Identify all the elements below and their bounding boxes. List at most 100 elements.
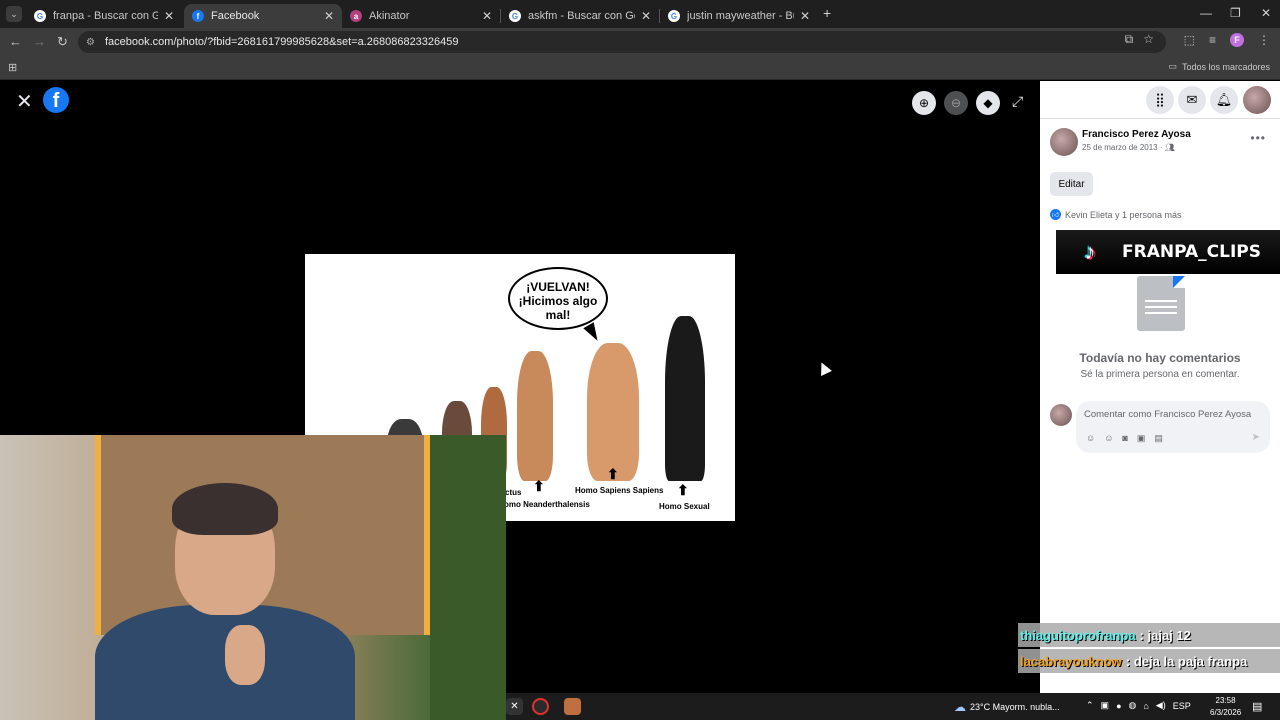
bookmarks-bar: ⊞ ▭ Todos los marcadores <box>0 56 1280 80</box>
notification-center-icon[interactable]: ▤ <box>1252 700 1262 713</box>
close-tab-icon[interactable]: ✕ <box>324 9 334 23</box>
reading-list-icon[interactable]: ≡ <box>1209 33 1216 47</box>
camera-icon[interactable]: ◙ <box>1122 433 1127 444</box>
menu-icon[interactable]: ⋮ <box>1258 33 1270 47</box>
sapiens-figure <box>587 343 639 481</box>
arrow-icon: ⬆ <box>533 478 545 494</box>
taskbar-app-icon[interactable]: ✕ <box>506 698 523 715</box>
no-comments-subtitle: Sé la primera persona en comentar. <box>1080 369 1240 380</box>
tab-franpa-google[interactable]: G franpa - Buscar con Google ✕ <box>26 4 182 28</box>
tab-facebook[interactable]: f Facebook ✕ <box>184 4 342 28</box>
clock-time: 23:58 <box>1215 696 1236 705</box>
no-comments-title: Todavía no hay comentarios <box>1079 351 1241 365</box>
stream-banner: ♪ FRANPA_CLIPS <box>1056 230 1280 274</box>
bubble-line: ¡VUELVAN! <box>526 280 590 294</box>
facebook-logo[interactable]: f <box>43 87 69 113</box>
bubble-line: mal! <box>545 308 571 322</box>
bubble-tail <box>583 322 603 344</box>
tab-akinator[interactable]: a Akinator ✕ <box>342 4 500 28</box>
windows-taskbar: ✕ ☁ 23°C Mayorm. nubla... ⌃ ▣ ● ◍ ⌂ ◀) E… <box>506 693 1280 720</box>
mic-icon[interactable]: ● <box>1116 701 1121 711</box>
close-tab-icon[interactable]: ✕ <box>641 9 651 23</box>
forward-icon[interactable]: → <box>33 34 46 49</box>
site-info-icon[interactable]: ⚙ <box>86 37 95 48</box>
commenter-avatar[interactable] <box>1050 404 1072 426</box>
all-bookmarks-label: Todos los marcadores <box>1181 61 1270 72</box>
chevron-up-icon[interactable]: ⌃ <box>1086 700 1094 711</box>
zoom-out-icon[interactable]: ⊖ <box>944 91 968 115</box>
emoji-icon[interactable]: ☺ <box>1104 433 1113 444</box>
doc-line <box>1145 300 1177 302</box>
webcam-person-hand <box>225 625 265 685</box>
language-indicator[interactable]: ESP <box>1173 701 1191 711</box>
author-name[interactable]: Francisco Perez Ayosa <box>1082 129 1191 140</box>
extensions-icon[interactable]: ⬚ <box>1184 33 1195 47</box>
taskbar-app-icon[interactable] <box>532 698 549 715</box>
fullscreen-icon[interactable]: ⤢ <box>1012 93 1023 110</box>
tab-mayweather-google[interactable]: G justin mayweather - Buscar con ✕ <box>660 4 818 28</box>
doc-corner <box>1173 276 1185 288</box>
close-tab-icon[interactable]: ✕ <box>164 9 174 23</box>
install-app-icon[interactable]: ⧉ <box>1125 32 1134 47</box>
close-viewer-icon[interactable]: ✕ <box>16 89 33 114</box>
tab-askfm-google[interactable]: G askfm - Buscar con Google ✕ <box>501 4 659 28</box>
tab-title: askfm - Buscar con Google <box>528 10 635 22</box>
clock[interactable]: 23:58 6/3/2026 <box>1210 695 1241 719</box>
profile-avatar[interactable]: F <box>1230 33 1244 47</box>
minimize-icon[interactable]: — <box>1200 6 1212 20</box>
webcam-person-hair <box>172 483 278 535</box>
more-options-icon[interactable]: ••• <box>1250 131 1266 145</box>
edit-button[interactable]: Editar <box>1050 172 1093 196</box>
google-icon: G <box>509 10 521 22</box>
close-tab-icon[interactable]: ✕ <box>482 9 492 23</box>
send-icon[interactable]: ➤ <box>1252 432 1260 443</box>
tab-title: Facebook <box>211 10 260 22</box>
apps-grid-icon[interactable]: ⊞ <box>8 61 17 74</box>
author-avatar[interactable] <box>1050 128 1078 156</box>
weather-text: 23°C Mayorm. nubla... <box>970 702 1060 712</box>
speech-bubble: ¡VUELVAN! ¡Hicimos algo mal! <box>508 267 608 330</box>
comment-input[interactable]: Comentar como Francisco Perez Ayosa ☺ ☺ … <box>1076 401 1270 453</box>
tiktok-icon: ♪ <box>1084 239 1096 264</box>
clock-date: 6/3/2026 <box>1210 708 1242 717</box>
facebook-icon: f <box>192 10 204 22</box>
new-tab-button[interactable]: + <box>823 5 831 21</box>
webcam-overlay <box>0 435 506 720</box>
close-tab-icon[interactable]: ✕ <box>800 9 810 23</box>
close-window-icon[interactable]: ✕ <box>1261 6 1271 20</box>
post-date[interactable]: 25 de marzo de 2013 · 👥︎ <box>1082 143 1175 152</box>
restore-icon[interactable]: ❐ <box>1230 6 1241 20</box>
tag-icon[interactable]: ◆ <box>976 91 1000 115</box>
address-bar[interactable]: ⚙ facebook.com/photo/?fbid=2681617999856… <box>78 31 1166 53</box>
weather-widget[interactable]: ☁ 23°C Mayorm. nubla... <box>954 700 1060 714</box>
chat-text: : jajaj 12 <box>1139 627 1191 643</box>
account-avatar[interactable] <box>1243 86 1271 114</box>
notifications-icon[interactable]: 🔔︎ <box>1210 86 1238 114</box>
network-icon[interactable]: ⌂ <box>1143 701 1148 711</box>
reactions-text: Kevin Elieta y 1 persona más <box>1065 209 1182 220</box>
back-icon[interactable]: ← <box>9 34 22 49</box>
reload-icon[interactable]: ↻ <box>57 34 68 50</box>
tab-search-button[interactable]: ⌄ <box>6 6 22 22</box>
menu-grid-icon[interactable]: ⣿ <box>1146 86 1174 114</box>
chat-username: thiaguitoprofranpa <box>1020 627 1136 643</box>
avatar-sticker-icon[interactable]: ☺ <box>1086 433 1095 444</box>
sticker-icon[interactable]: ▤ <box>1154 433 1163 444</box>
arrow-icon: ⬆ <box>607 466 619 482</box>
zoom-in-icon[interactable]: ⊕ <box>912 91 936 115</box>
tray-app-icon[interactable]: ▣ <box>1101 700 1110 711</box>
bookmark-star-icon[interactable]: ☆ <box>1143 32 1154 47</box>
friends-audience-icon: 👥︎ <box>1164 143 1175 152</box>
messenger-icon[interactable]: ✉ <box>1178 86 1206 114</box>
chat-message: thiaguitoprofranpa : jajaj 12 <box>1018 623 1280 647</box>
fb-top-nav: ⣿ ✉ 🔔︎ <box>1040 81 1280 119</box>
reactions-summary[interactable]: 👍︎ Kevin Elieta y 1 persona más <box>1050 209 1182 220</box>
comment-placeholder: Comentar como Francisco Perez Ayosa <box>1084 409 1252 420</box>
tray-app-icon[interactable]: ◍ <box>1129 700 1137 711</box>
volume-icon[interactable]: ◀) <box>1156 700 1166 711</box>
all-bookmarks-button[interactable]: ▭ Todos los marcadores <box>1168 61 1270 72</box>
gif-icon[interactable]: ▣ <box>1137 433 1146 444</box>
photo-sidebar: ⣿ ✉ 🔔︎ Francisco Perez Ayosa 25 de marzo… <box>1040 81 1280 693</box>
taskbar-app-icon[interactable] <box>564 698 581 715</box>
cloud-icon: ☁ <box>954 700 966 714</box>
